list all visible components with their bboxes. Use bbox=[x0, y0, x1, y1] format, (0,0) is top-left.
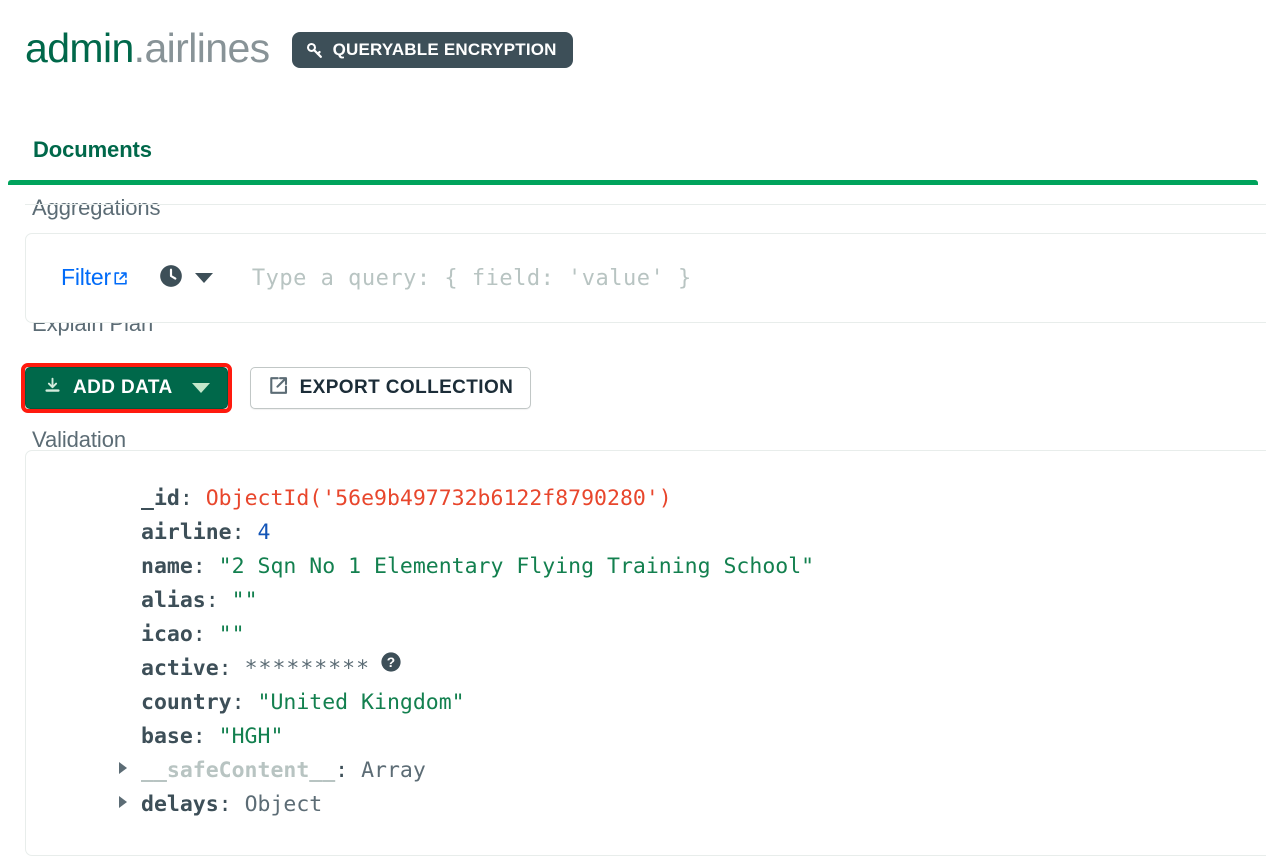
document-field-list: _id: ObjectId('56e9b497732b6122f8790280'… bbox=[26, 451, 1266, 822]
field-value[interactable]: ObjectId('56e9b497732b6122f8790280') bbox=[206, 482, 672, 516]
export-collection-label: EXPORT COLLECTION bbox=[299, 377, 514, 398]
collection-tabs: Documents Aggregations Schema Explain Pl… bbox=[0, 127, 1266, 452]
document-field-row: name: "2 Sqn No 1 Elementary Flying Trai… bbox=[26, 550, 1266, 584]
field-colon: : bbox=[218, 792, 245, 817]
database-name: admin bbox=[25, 25, 134, 71]
field-value[interactable]: ********* bbox=[245, 652, 371, 686]
caret-down-icon bbox=[194, 273, 213, 283]
field-key: delays bbox=[141, 792, 219, 817]
field-key: active bbox=[141, 656, 219, 681]
help-circle-icon[interactable]: ? bbox=[380, 650, 402, 684]
document-field-row: delays: Object bbox=[26, 788, 1266, 822]
tab-documents-label: Documents bbox=[33, 137, 152, 162]
field-colon: : bbox=[179, 486, 206, 511]
field-colon: : bbox=[231, 690, 258, 715]
key-icon bbox=[305, 41, 324, 60]
field-key: country bbox=[141, 690, 232, 715]
document-field-row: airline: 4 bbox=[26, 516, 1266, 550]
field-key: airline bbox=[141, 520, 232, 545]
field-value[interactable]: "HGH" bbox=[219, 720, 284, 754]
external-link-icon bbox=[113, 265, 128, 292]
query-history-button[interactable] bbox=[158, 263, 213, 294]
tab-validation-label: Validation bbox=[32, 427, 126, 452]
caret-down-icon bbox=[191, 383, 210, 393]
document-field-row: country: "United Kingdom" bbox=[26, 686, 1266, 720]
add-data-button[interactable]: ADD DATA bbox=[25, 367, 228, 409]
collection-toolbar: ADD DATA EXPORT COLLECTION bbox=[21, 363, 532, 413]
filter-docs-link[interactable]: Filter bbox=[61, 264, 128, 292]
field-key: _id bbox=[141, 486, 180, 511]
add-data-highlight: ADD DATA bbox=[21, 363, 232, 413]
document-field-row: __safeContent__: Array bbox=[26, 754, 1266, 788]
tabs-divider bbox=[25, 204, 1266, 205]
field-value[interactable]: "2 Sqn No 1 Elementary Flying Training S… bbox=[219, 550, 814, 584]
field-value[interactable]: Object bbox=[245, 788, 323, 822]
tab-aggregations-label: Aggregations bbox=[32, 195, 161, 220]
document-field-row: alias: "" bbox=[26, 584, 1266, 618]
field-value[interactable]: 4 bbox=[258, 516, 271, 550]
field-key: icao bbox=[141, 622, 193, 647]
filter-label: Filter bbox=[61, 264, 111, 290]
field-colon: : bbox=[231, 520, 258, 545]
expand-triangle-icon[interactable] bbox=[119, 762, 141, 774]
queryable-encryption-label: QUERYABLE ENCRYPTION bbox=[332, 40, 557, 59]
tab-documents[interactable]: Documents bbox=[0, 127, 1266, 185]
namespace-separator: . bbox=[133, 25, 145, 71]
field-key: base bbox=[141, 724, 193, 749]
field-colon: : bbox=[335, 758, 362, 783]
collection-header: admin.airlines QUERYABLE ENCRYPTION bbox=[25, 28, 573, 69]
field-colon: : bbox=[192, 724, 219, 749]
collection-name: airlines bbox=[144, 25, 270, 71]
field-colon: : bbox=[205, 588, 232, 613]
query-input[interactable] bbox=[251, 265, 1266, 291]
document-field-row: _id: ObjectId('56e9b497732b6122f8790280'… bbox=[26, 482, 1266, 516]
download-icon bbox=[43, 376, 62, 401]
field-value[interactable]: "" bbox=[219, 618, 245, 652]
field-colon: : bbox=[192, 622, 219, 647]
field-colon: : bbox=[192, 554, 219, 579]
field-value[interactable]: "United Kingdom" bbox=[258, 686, 465, 720]
field-key: __safeContent__ bbox=[141, 758, 336, 783]
field-value[interactable]: "" bbox=[232, 584, 258, 618]
expand-triangle-icon[interactable] bbox=[119, 796, 141, 808]
document-field-row: base: "HGH" bbox=[26, 720, 1266, 754]
export-icon bbox=[268, 375, 289, 402]
page-title: admin.airlines bbox=[25, 28, 270, 69]
document-field-row: active: *********? bbox=[26, 652, 1266, 686]
field-colon: : bbox=[218, 656, 245, 681]
document-card: _id: ObjectId('56e9b497732b6122f8790280'… bbox=[25, 450, 1266, 856]
document-field-row: icao: "" bbox=[26, 618, 1266, 652]
export-collection-button[interactable]: EXPORT COLLECTION bbox=[249, 367, 532, 409]
queryable-encryption-badge: QUERYABLE ENCRYPTION bbox=[291, 32, 573, 68]
clock-icon bbox=[158, 263, 184, 294]
field-key: name bbox=[141, 554, 193, 579]
field-value[interactable]: Array bbox=[361, 754, 426, 788]
add-data-label: ADD DATA bbox=[73, 377, 173, 398]
field-key: alias bbox=[141, 588, 206, 613]
query-bar: Filter bbox=[25, 233, 1266, 323]
svg-text:?: ? bbox=[387, 655, 395, 670]
